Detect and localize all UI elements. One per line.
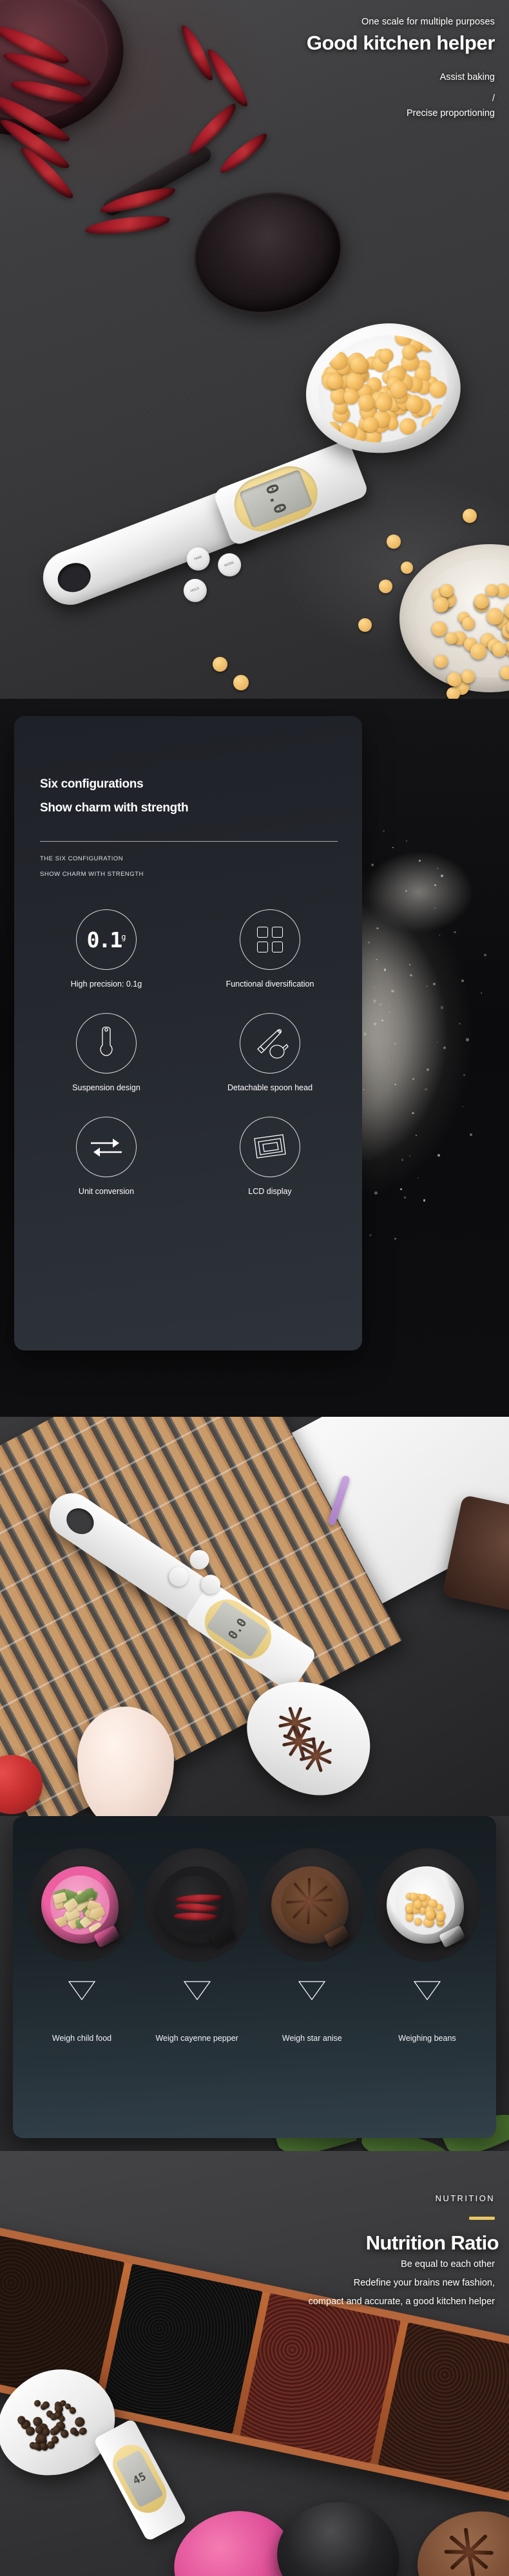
gallery-thumbnails xyxy=(28,1848,481,1962)
feature-item-detachable-spoon-head: Detachable spoon head xyxy=(188,1013,352,1092)
product-detail-page: 0.0 TARE MODE HOLD One scale for multipl… xyxy=(0,0,509,2576)
feature-item-lcd-display: LCD display xyxy=(188,1117,352,1196)
hero-title: Good kitchen helper xyxy=(307,32,495,54)
nutrition-section: 45 NUTRITION Nutrition Ratio Be equal to… xyxy=(0,2151,509,2576)
lifestyle-photo-section: 0.0 xyxy=(0,1417,509,1816)
mode-button[interactable]: MODE xyxy=(215,550,245,580)
two-way-arrows-icon xyxy=(76,1117,137,1177)
hanging-spoon-icon xyxy=(76,1013,137,1074)
gallery-caption: Weigh star anise xyxy=(258,2034,365,2043)
spoon-contents xyxy=(281,1875,340,1934)
lcd-digits-icon: 0.1g xyxy=(76,909,137,970)
precision-value: 0.1 xyxy=(87,927,122,952)
nutrition-line-1: Be equal to each other xyxy=(401,2259,495,2269)
gallery-thumbnail[interactable] xyxy=(258,1848,365,1962)
nutrition-line-3: compact and accurate, a good kitchen hel… xyxy=(309,2297,495,2307)
features-heading-line1: Six configurations xyxy=(40,777,143,791)
tray-compartment xyxy=(378,2322,509,2492)
four-squares-icon xyxy=(240,909,300,970)
lcd-screen-icon xyxy=(240,1117,300,1177)
gallery-arrow-row xyxy=(28,1981,481,2000)
feature-label: Functional diversification xyxy=(226,980,314,989)
gallery-caption: Weighing beans xyxy=(374,2034,481,2043)
gallery-caption: Weigh cayenne pepper xyxy=(144,2034,251,2043)
spoon-contents xyxy=(166,1875,224,1934)
gallery-caption-row: Weigh child food Weigh cayenne pepper We… xyxy=(28,2034,481,2043)
lcd-reading: 45 xyxy=(131,2470,148,2487)
usage-gallery-section: Weigh child food Weigh cayenne pepper We… xyxy=(0,1816,509,2177)
lcd-reading: 0.0 xyxy=(262,481,290,516)
gallery-thumbnail[interactable] xyxy=(144,1848,251,1962)
features-heading-line2: Show charm with strength xyxy=(40,801,188,815)
features-section: Six configurations Show charm with stren… xyxy=(0,699,509,1417)
feature-item-suspension-design: Suspension design xyxy=(24,1013,188,1092)
feature-item-unit-conversion: Unit conversion xyxy=(24,1117,188,1196)
feature-label: Detachable spoon head xyxy=(227,1083,312,1092)
features-grid: 0.1g High precision: 0.1g Functional div… xyxy=(24,909,352,1196)
precision-unit: g xyxy=(121,933,126,942)
spoon-bowl-interior xyxy=(307,323,457,455)
feature-label: LCD display xyxy=(248,1187,291,1196)
gallery-thumbnail[interactable] xyxy=(374,1848,481,1962)
features-subheading-line2: SHOW CHARM WITH STRENGTH xyxy=(40,871,144,878)
hero-section: 0.0 TARE MODE HOLD One scale for multipl… xyxy=(0,0,509,699)
triangle-down-icon xyxy=(144,1981,251,2000)
nutrition-accent-bar xyxy=(469,2217,495,2220)
triangle-down-icon xyxy=(258,1981,365,2000)
hero-eyebrow: One scale for multiple purposes xyxy=(361,17,495,27)
nutrition-title: Nutrition Ratio xyxy=(366,2231,499,2255)
hold-button[interactable]: HOLD xyxy=(180,576,211,606)
feature-label: Suspension design xyxy=(72,1083,140,1092)
feature-label: High precision: 0.1g xyxy=(71,980,142,989)
nutrition-line-2: Redefine your brains new fashion, xyxy=(354,2278,495,2288)
gallery-caption: Weigh child food xyxy=(28,2034,135,2043)
detachable-spoon-icon xyxy=(240,1013,300,1074)
feature-item-functional-diversification: Functional diversification xyxy=(188,909,352,989)
feature-label: Unit conversion xyxy=(79,1187,134,1196)
spoon-contents xyxy=(396,1875,454,1934)
gallery-thumbnail[interactable] xyxy=(28,1848,135,1962)
hero-divider: / xyxy=(492,93,495,104)
features-subheading-line1: THE SIX CONFIGURATION xyxy=(40,855,123,862)
spoon-contents xyxy=(50,1875,109,1934)
triangle-down-icon xyxy=(28,1981,135,2000)
usage-gallery-card: Weigh child food Weigh cayenne pepper We… xyxy=(13,1816,496,2138)
triangle-down-icon xyxy=(374,1981,481,2000)
feature-item-high-precision: 0.1g High precision: 0.1g xyxy=(24,909,188,989)
hero-benefit-1: Assist baking xyxy=(440,72,495,82)
hero-benefit-2: Precise proportioning xyxy=(407,108,495,118)
features-panel: Six configurations Show charm with stren… xyxy=(14,716,362,1350)
features-divider-rule xyxy=(40,841,338,842)
nutrition-eyebrow: NUTRITION xyxy=(436,2193,495,2203)
lcd-reading: 0.0 xyxy=(226,1616,249,1642)
tray-compartment xyxy=(240,2293,400,2463)
